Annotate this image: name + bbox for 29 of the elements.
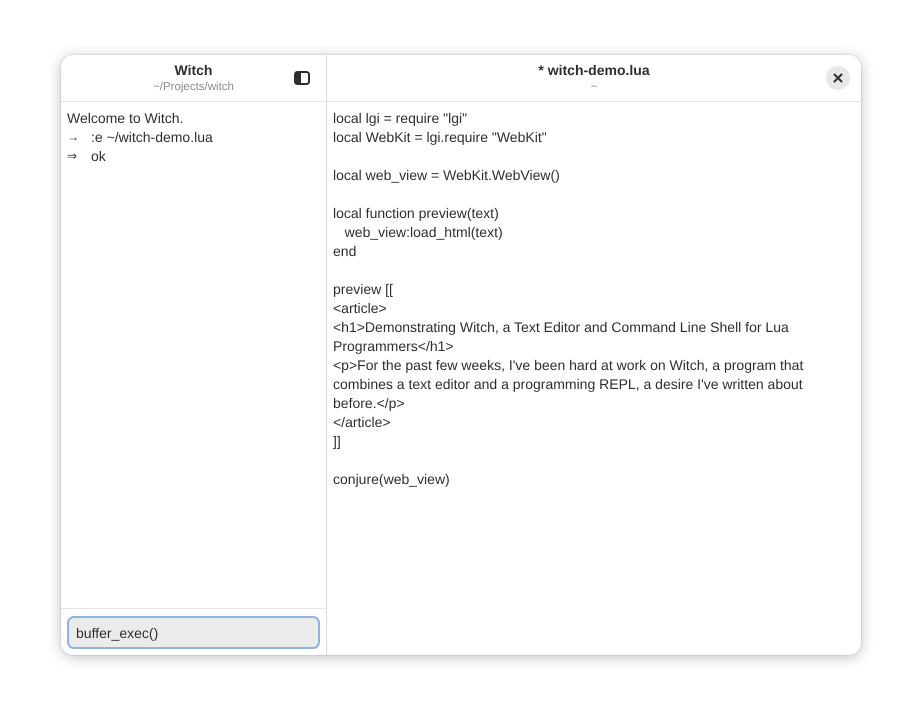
sidebar-toggle-icon[interactable]: [294, 71, 310, 85]
code-line: local function preview(text): [333, 204, 500, 223]
close-icon: [833, 73, 843, 83]
console-line: :e ~/witch-demo.lua: [91, 128, 213, 147]
prompt-marker: ⇒: [67, 148, 78, 165]
code-line: ]]: [333, 432, 342, 451]
prompt-marker: →: [67, 129, 80, 146]
code-line: before.</p>: [333, 394, 406, 413]
sidebar-title: Witch: [174, 62, 212, 78]
command-input-field[interactable]: buffer_exec(): [67, 616, 320, 649]
code-line: web_view:load_html(text): [344, 223, 504, 242]
code-line: <p>For the past few weeks, I've been hard at work on Witch, a program that: [333, 356, 804, 375]
code-line: combines a text editor and a programming REPL, a desire I've written about: [333, 375, 804, 394]
code-line: local WebKit = lgi.require "WebKit": [333, 128, 548, 147]
code-line: conjure(web_view): [333, 470, 451, 489]
code-line: local lgi = require "lgi": [333, 109, 468, 128]
code-line: <h1>Demonstrating Witch, a Text Editor and Command Line Shell for Lua: [333, 318, 790, 337]
document-title: * witch-demo.lua: [538, 62, 650, 78]
code-line: </article>: [333, 413, 392, 432]
code-line: end: [333, 242, 358, 261]
close-button[interactable]: [826, 66, 850, 90]
code-line: Programmers</h1>: [333, 337, 455, 356]
sidebar-subtitle: ~/Projects/witch: [153, 80, 234, 94]
document-path: ~: [590, 80, 598, 94]
code-line: <article>: [333, 299, 388, 318]
code-line: preview [[: [333, 280, 394, 299]
console-line: Welcome to Witch.: [67, 109, 184, 128]
console-line: ok: [91, 147, 106, 166]
code-line: local web_view = WebKit.WebView(): [333, 166, 561, 185]
